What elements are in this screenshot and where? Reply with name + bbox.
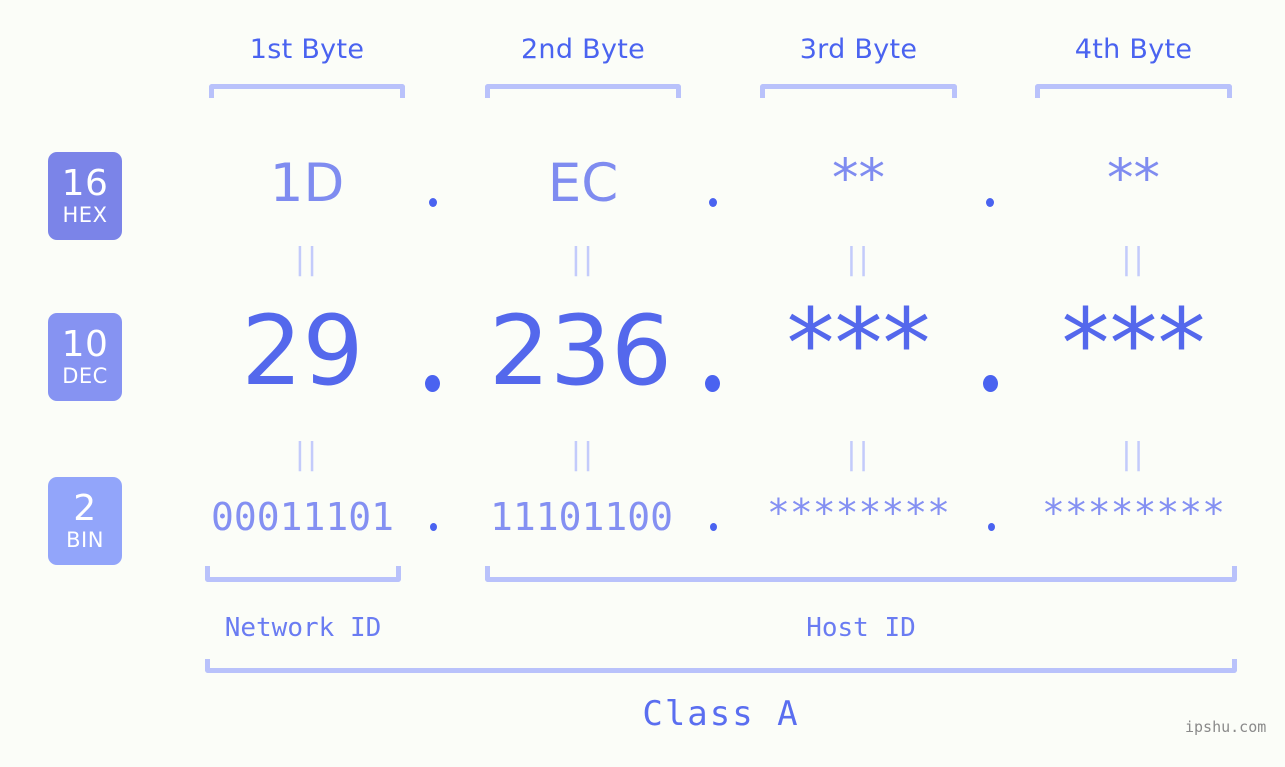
byte-bracket-2 — [485, 84, 681, 98]
byte-bracket-1 — [209, 84, 405, 98]
bin-byte-value-4: ******** — [1041, 491, 1226, 535]
ip-address-breakdown-diagram: 1st Byte 2nd Byte 3rd Byte 4th Byte 16 H… — [0, 0, 1285, 767]
equality-mark-dec-bin-2: || — [570, 437, 596, 472]
byte-header-label-2: 2nd Byte — [520, 34, 646, 65]
bin-separator-dot-2 — [710, 523, 717, 531]
bin-byte-value-1: 00011101 — [210, 495, 395, 539]
equality-mark-hex-dec-1: || — [294, 242, 320, 277]
base-badge-dec-name: DEC — [62, 364, 108, 388]
base-badge-hex-name: HEX — [62, 203, 108, 227]
base-badge-bin-name: BIN — [66, 528, 104, 552]
hex-byte-value-2: EC — [547, 153, 619, 214]
dec-separator-dot-3 — [983, 375, 998, 392]
class-bracket — [205, 659, 1237, 673]
equality-mark-dec-bin-1: || — [294, 437, 320, 472]
bin-byte-value-3: ******** — [766, 491, 951, 535]
hex-byte-value-1: 1D — [269, 153, 345, 214]
dec-byte-value-4: *** — [1061, 288, 1206, 400]
hex-byte-value-4: ** — [1107, 148, 1160, 209]
byte-header-label-1: 1st Byte — [249, 34, 365, 65]
hex-separator-dot-1 — [429, 198, 437, 207]
equality-mark-hex-dec-3: || — [846, 242, 871, 277]
base-badge-bin-number: 2 — [73, 488, 97, 529]
host-id-bracket — [485, 566, 1237, 582]
base-badge-hex-number: 16 — [61, 163, 109, 204]
base-badge-dec-number: 10 — [61, 324, 109, 365]
dec-separator-dot-1 — [425, 375, 440, 392]
network-id-label: Network ID — [224, 613, 382, 643]
base-badge-dec: 10 DEC — [48, 313, 122, 401]
hex-byte-value-3: ** — [832, 148, 885, 209]
host-id-label: Host ID — [806, 613, 916, 643]
watermark: ipshu.com — [1185, 718, 1267, 736]
dec-byte-value-3: *** — [786, 288, 931, 400]
base-badge-bin: 2 BIN — [48, 477, 122, 565]
byte-bracket-4 — [1035, 84, 1232, 98]
equality-mark-hex-dec-4: || — [1121, 242, 1146, 277]
bin-separator-dot-3 — [988, 523, 995, 531]
equality-mark-dec-bin-4: || — [1121, 437, 1146, 472]
byte-bracket-3 — [760, 84, 957, 98]
equality-mark-dec-bin-3: || — [846, 437, 871, 472]
byte-header-label-3: 3rd Byte — [799, 34, 918, 65]
class-label: Class A — [642, 694, 800, 734]
byte-header-label-4: 4th Byte — [1074, 34, 1193, 65]
dec-byte-value-1: 29 — [241, 295, 364, 407]
network-id-bracket — [205, 566, 401, 582]
bin-separator-dot-1 — [430, 523, 437, 531]
dec-byte-value-2: 236 — [488, 295, 673, 407]
base-badge-hex: 16 HEX — [48, 152, 122, 240]
bin-byte-value-2: 11101100 — [489, 495, 674, 539]
equality-mark-hex-dec-2: || — [570, 242, 596, 277]
hex-separator-dot-3 — [986, 198, 994, 207]
dec-separator-dot-2 — [705, 375, 720, 392]
hex-separator-dot-2 — [709, 198, 717, 207]
